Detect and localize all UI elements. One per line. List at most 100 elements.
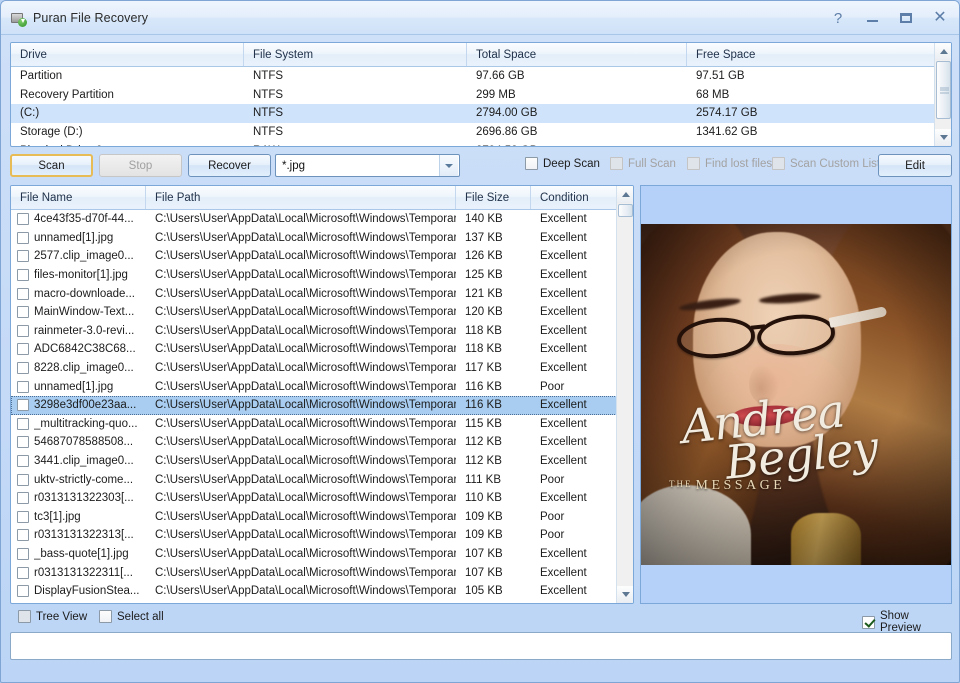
file-row-checkbox[interactable] [17, 232, 29, 244]
file-row[interactable]: uktv-strictly-come...C:\Users\User\AppDa… [11, 470, 633, 489]
file-row-checkbox[interactable] [17, 529, 29, 541]
file-row[interactable]: unnamed[1].jpgC:\Users\User\AppData\Loca… [11, 377, 633, 396]
column-header-free-space[interactable]: Free Space [687, 43, 951, 66]
footer-options: Tree View Select all Show Preview [10, 608, 952, 628]
minimize-icon[interactable] [861, 8, 883, 28]
drive-table-body: PartitionNTFS97.66 GB97.51 GBRecovery Pa… [11, 67, 951, 146]
file-row-checkbox[interactable] [17, 288, 29, 300]
file-row[interactable]: unnamed[1].jpgC:\Users\User\AppData\Loca… [11, 229, 633, 248]
drive-table-scrollbar[interactable] [934, 43, 951, 146]
file-cell-path: C:\Users\User\AppData\Local\Microsoft\Wi… [146, 511, 456, 523]
drive-row[interactable]: PartitionNTFS97.66 GB97.51 GB [11, 67, 951, 86]
scroll-up-icon[interactable] [617, 186, 634, 203]
scroll-down-icon[interactable] [935, 129, 952, 146]
checkbox-tree-view[interactable]: Tree View [18, 610, 87, 623]
album-name: MESSAGE [696, 478, 786, 493]
file-row[interactable]: 2577.clip_image0...C:\Users\User\AppData… [11, 247, 633, 266]
file-row-checkbox[interactable] [17, 492, 29, 504]
file-row[interactable]: 8228.clip_image0...C:\Users\User\AppData… [11, 359, 633, 378]
file-row[interactable]: tc3[1].jpgC:\Users\User\AppData\Local\Mi… [11, 508, 633, 527]
file-row-checkbox[interactable] [17, 548, 29, 560]
file-cell-path: C:\Users\User\AppData\Local\Microsoft\Wi… [146, 548, 456, 560]
column-header-file-name[interactable]: File Name [11, 186, 146, 209]
file-cell-path: C:\Users\User\AppData\Local\Microsoft\Wi… [146, 232, 456, 244]
drive-row[interactable]: Storage (D:)NTFS2696.86 GB1341.62 GB [11, 123, 951, 142]
file-cell-name: MainWindow-Text... [11, 306, 146, 318]
file-row-checkbox[interactable] [17, 436, 29, 448]
file-row[interactable]: 647chinese[1].jpgC:\Users\User\AppData\L… [11, 600, 633, 603]
file-cell-path: C:\Users\User\AppData\Local\Microsoft\Wi… [146, 288, 456, 300]
file-cell-name: r0313131322313[... [11, 529, 146, 541]
file-row[interactable]: r0313131322311[...C:\Users\User\AppData\… [11, 563, 633, 582]
file-cell-name: 8228.clip_image0... [11, 362, 146, 374]
file-row[interactable]: files-monitor[1].jpgC:\Users\User\AppDat… [11, 266, 633, 285]
scroll-down-icon[interactable] [617, 586, 634, 603]
file-row-checkbox[interactable] [17, 362, 29, 374]
file-row[interactable]: _multitracking-quo...C:\Users\User\AppDa… [11, 415, 633, 434]
file-row[interactable]: _bass-quote[1].jpgC:\Users\User\AppData\… [11, 545, 633, 564]
file-row[interactable]: ADC6842C38C68...C:\Users\User\AppData\Lo… [11, 340, 633, 359]
column-header-file-path[interactable]: File Path [146, 186, 456, 209]
file-row[interactable]: 3298e3df00e23aa...C:\Users\User\AppData\… [11, 396, 633, 415]
file-name-text: ADC6842C38C68... [34, 343, 136, 355]
title-bar: Puran File Recovery ? ✕ [1, 1, 959, 35]
drive-table[interactable]: Drive File System Total Space Free Space… [10, 42, 952, 147]
file-row-checkbox[interactable] [17, 399, 29, 411]
checkbox-select-all[interactable]: Select all [99, 610, 164, 623]
column-header-file-system[interactable]: File System [244, 43, 467, 66]
file-row[interactable]: 54687078588508...C:\Users\User\AppData\L… [11, 433, 633, 452]
file-row-checkbox[interactable] [17, 269, 29, 281]
close-icon[interactable]: ✕ [929, 8, 951, 28]
file-cell-name: 2577.clip_image0... [11, 250, 146, 262]
file-filter-combobox[interactable]: *.jpg [275, 154, 460, 177]
file-row-checkbox[interactable] [17, 511, 29, 523]
action-toolbar: Scan Stop Recover *.jpg Deep Scan Full S… [10, 154, 952, 178]
drive-row[interactable]: Physical Drive 0RAW2794.52 GB- [11, 141, 951, 146]
recover-button[interactable]: Recover [188, 154, 271, 177]
file-row-checkbox[interactable] [17, 418, 29, 430]
file-list-table[interactable]: File Name File Path File Size Condition … [10, 185, 634, 604]
file-row-checkbox[interactable] [17, 343, 29, 355]
file-row[interactable]: macro-downloade...C:\Users\User\AppData\… [11, 284, 633, 303]
file-name-text: files-monitor[1].jpg [34, 269, 128, 281]
column-header-file-size[interactable]: File Size [456, 186, 531, 209]
file-cell-name: 3441.clip_image0... [11, 455, 146, 467]
file-row-checkbox[interactable] [17, 474, 29, 486]
maximize-icon[interactable] [895, 8, 917, 28]
status-textbox[interactable] [10, 632, 952, 660]
file-row[interactable]: 4ce43f35-d70f-44...C:\Users\User\AppData… [11, 210, 633, 229]
file-row[interactable]: 3441.clip_image0...C:\Users\User\AppData… [11, 452, 633, 471]
drive-row[interactable]: (C:)NTFS2794.00 GB2574.17 GB [11, 104, 951, 123]
edit-button[interactable]: Edit [878, 154, 952, 177]
drive-row[interactable]: Recovery PartitionNTFS299 MB68 MB [11, 86, 951, 105]
help-icon[interactable]: ? [827, 8, 849, 28]
file-row-checkbox[interactable] [17, 306, 29, 318]
file-cell-size: 109 KB [456, 529, 531, 541]
file-row-checkbox[interactable] [17, 585, 29, 597]
file-row-checkbox[interactable] [17, 213, 29, 225]
scrollbar-thumb[interactable] [618, 204, 633, 217]
file-cell-path: C:\Users\User\AppData\Local\Microsoft\Wi… [146, 250, 456, 262]
file-row[interactable]: MainWindow-Text...C:\Users\User\AppData\… [11, 303, 633, 322]
checkbox-deep-scan[interactable]: Deep Scan [525, 157, 600, 170]
file-row-checkbox[interactable] [17, 381, 29, 393]
file-list-scrollbar[interactable] [616, 186, 633, 603]
file-row[interactable]: r0313131322313[...C:\Users\User\AppData\… [11, 526, 633, 545]
scroll-up-icon[interactable] [935, 43, 952, 60]
column-header-total-space[interactable]: Total Space [467, 43, 687, 66]
drive-cell-total: 2794.00 GB [467, 107, 687, 119]
file-row[interactable]: DisplayFusionStea...C:\Users\User\AppDat… [11, 582, 633, 601]
scan-button[interactable]: Scan [10, 154, 93, 177]
file-row[interactable]: rainmeter-3.0-revi...C:\Users\User\AppDa… [11, 322, 633, 341]
file-row-checkbox[interactable] [17, 325, 29, 337]
chevron-down-icon[interactable] [439, 155, 458, 176]
file-row-checkbox[interactable] [17, 250, 29, 262]
file-cell-size: 125 KB [456, 269, 531, 281]
file-row[interactable]: r0313131322303[...C:\Users\User\AppData\… [11, 489, 633, 508]
checkbox-show-preview[interactable]: Show Preview [862, 610, 952, 634]
scrollbar-thumb[interactable] [936, 61, 951, 119]
file-row-checkbox[interactable] [17, 455, 29, 467]
file-cell-size: 105 KB [456, 585, 531, 597]
column-header-drive[interactable]: Drive [11, 43, 244, 66]
file-row-checkbox[interactable] [17, 567, 29, 579]
